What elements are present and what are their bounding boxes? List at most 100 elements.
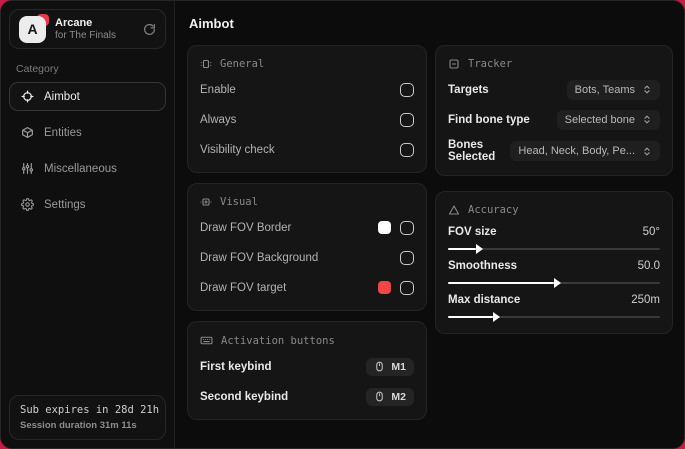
app-logo: A xyxy=(19,13,49,43)
slider-thumb[interactable] xyxy=(554,278,561,288)
select-value: Head, Neck, Body, Pe... xyxy=(518,145,635,157)
draw-fov-background-checkbox[interactable] xyxy=(400,250,414,265)
sidebar: A Arcane for The Finals Category Aimbot xyxy=(1,1,175,448)
main-panel: Aimbot General Enable Always Visibility … xyxy=(175,1,684,448)
activation-buttons-card: Activation buttons First keybind M1 Seco… xyxy=(187,321,427,420)
setting-label: Second keybind xyxy=(200,390,289,403)
setting-row-smoothness: Smoothness 50.0 xyxy=(448,260,660,288)
targets-select[interactable]: Bots, Teams xyxy=(566,79,660,100)
setting-row-draw-fov-target: Draw FOV target xyxy=(200,277,414,298)
select-value: Selected bone xyxy=(564,113,635,126)
cube-icon xyxy=(21,126,34,139)
setting-row-always: Always xyxy=(200,109,414,130)
visual-card: Visual Draw FOV Border Draw FOV Backgrou… xyxy=(187,183,427,311)
accuracy-card: Accuracy FOV size 50° Smoothness 50.0 Ma… xyxy=(435,191,673,334)
chevron-up-down-icon xyxy=(642,84,652,95)
smoothness-slider[interactable] xyxy=(448,278,660,288)
card-title-text: General xyxy=(220,58,265,70)
sidebar-item-label: Settings xyxy=(44,198,86,211)
setting-row-bones-selected: Bones Selected Head, Neck, Body, Pe... xyxy=(448,139,660,163)
sidebar-item-miscellaneous[interactable]: Miscellaneous xyxy=(9,154,166,183)
fov-size-value: 50° xyxy=(642,226,660,238)
setting-label: Max distance xyxy=(448,294,521,306)
setting-row-targets: Targets Bots, Teams xyxy=(448,79,660,100)
card-title-text: Visual xyxy=(220,196,258,208)
find-bone-type-select[interactable]: Selected bone xyxy=(556,109,660,130)
card-title-text: Activation buttons xyxy=(221,334,335,347)
setting-label: Draw FOV target xyxy=(200,281,287,294)
fov-target-color-swatch[interactable] xyxy=(378,281,391,294)
setting-label: Bones Selected xyxy=(448,139,496,163)
setting-label: Targets xyxy=(448,83,489,96)
sidebar-item-aimbot[interactable]: Aimbot xyxy=(9,82,166,111)
setting-label: Always xyxy=(200,113,237,126)
refresh-icon[interactable] xyxy=(143,23,156,36)
setting-row-first-keybind: First keybind M1 xyxy=(200,356,414,377)
setting-label: Draw FOV Background xyxy=(200,251,319,264)
max-distance-slider[interactable] xyxy=(448,312,660,322)
setting-label: Visibility check xyxy=(200,143,275,156)
session-duration-text: Session duration 31m 11s xyxy=(20,420,137,431)
setting-row-draw-fov-background: Draw FOV Background xyxy=(200,247,414,268)
gear-icon xyxy=(21,198,34,211)
select-value: Bots, Teams xyxy=(574,83,635,96)
draw-fov-target-checkbox[interactable] xyxy=(400,280,414,295)
visibility-check-checkbox[interactable] xyxy=(400,142,414,157)
general-card: General Enable Always Visibility check xyxy=(187,45,427,173)
sub-expiry-text: Sub expires in 28d 21h xyxy=(20,404,160,416)
sidebar-item-label: Entities xyxy=(44,126,82,139)
setting-label: Smoothness xyxy=(448,260,518,272)
mouse-icon xyxy=(374,361,385,372)
fov-size-slider[interactable] xyxy=(448,244,660,254)
draw-fov-border-checkbox[interactable] xyxy=(400,220,414,235)
slider-thumb[interactable] xyxy=(492,312,500,322)
keybind-value: M1 xyxy=(391,360,406,373)
setting-row-visibility-check: Visibility check xyxy=(200,139,414,160)
always-checkbox[interactable] xyxy=(400,112,414,127)
subscription-status-card: Sub expires in 28d 21h Session duration … xyxy=(9,395,166,440)
sidebar-item-settings[interactable]: Settings xyxy=(9,190,166,219)
crosshair-icon xyxy=(21,90,34,103)
general-icon xyxy=(200,58,212,70)
setting-label: Enable xyxy=(200,83,236,96)
app-name: Arcane xyxy=(55,16,93,29)
card-title-text: Accuracy xyxy=(468,204,519,216)
keybind-value: M2 xyxy=(391,390,406,403)
category-label: Category xyxy=(16,63,59,75)
sliders-icon xyxy=(21,162,34,175)
app-subtitle: for The Finals xyxy=(55,29,116,41)
app-window: A Arcane for The Finals Category Aimbot xyxy=(0,0,685,449)
chevron-up-down-icon xyxy=(642,114,652,125)
visual-icon xyxy=(200,196,212,208)
card-title-text: Tracker xyxy=(468,58,513,70)
page-title: Aimbot xyxy=(189,16,234,31)
setting-label: First keybind xyxy=(200,360,272,373)
right-column: Tracker Targets Bots, Teams Find bone ty… xyxy=(435,45,673,334)
logo-letter: A xyxy=(19,15,46,43)
setting-label: Find bone type xyxy=(448,113,530,126)
setting-row-find-bone-type: Find bone type Selected bone xyxy=(448,109,660,130)
keyboard-icon xyxy=(200,334,213,347)
fov-border-color-swatch[interactable] xyxy=(378,221,391,234)
smoothness-value: 50.0 xyxy=(637,260,660,272)
first-keybind-button[interactable]: M1 xyxy=(366,357,414,376)
setting-label: Draw FOV Border xyxy=(200,221,292,234)
setting-label: FOV size xyxy=(448,226,497,238)
tracker-icon xyxy=(448,58,460,70)
sidebar-item-entities[interactable]: Entities xyxy=(9,118,166,147)
chevron-up-down-icon xyxy=(642,146,652,157)
tracker-card: Tracker Targets Bots, Teams Find bone ty… xyxy=(435,45,673,176)
setting-row-max-distance: Max distance 250m xyxy=(448,294,660,322)
second-keybind-button[interactable]: M2 xyxy=(366,387,414,406)
sidebar-item-label: Aimbot xyxy=(44,90,80,103)
setting-row-draw-fov-border: Draw FOV Border xyxy=(200,217,414,238)
brand-text: Arcane for The Finals xyxy=(55,17,116,41)
slider-thumb[interactable] xyxy=(475,244,483,254)
sidebar-item-label: Miscellaneous xyxy=(44,162,117,175)
bones-selected-select[interactable]: Head, Neck, Body, Pe... xyxy=(510,141,660,161)
triangle-icon xyxy=(448,204,460,216)
max-distance-value: 250m xyxy=(631,294,660,306)
setting-row-enable: Enable xyxy=(200,79,414,100)
setting-row-fov-size: FOV size 50° xyxy=(448,226,660,254)
enable-checkbox[interactable] xyxy=(400,82,414,97)
